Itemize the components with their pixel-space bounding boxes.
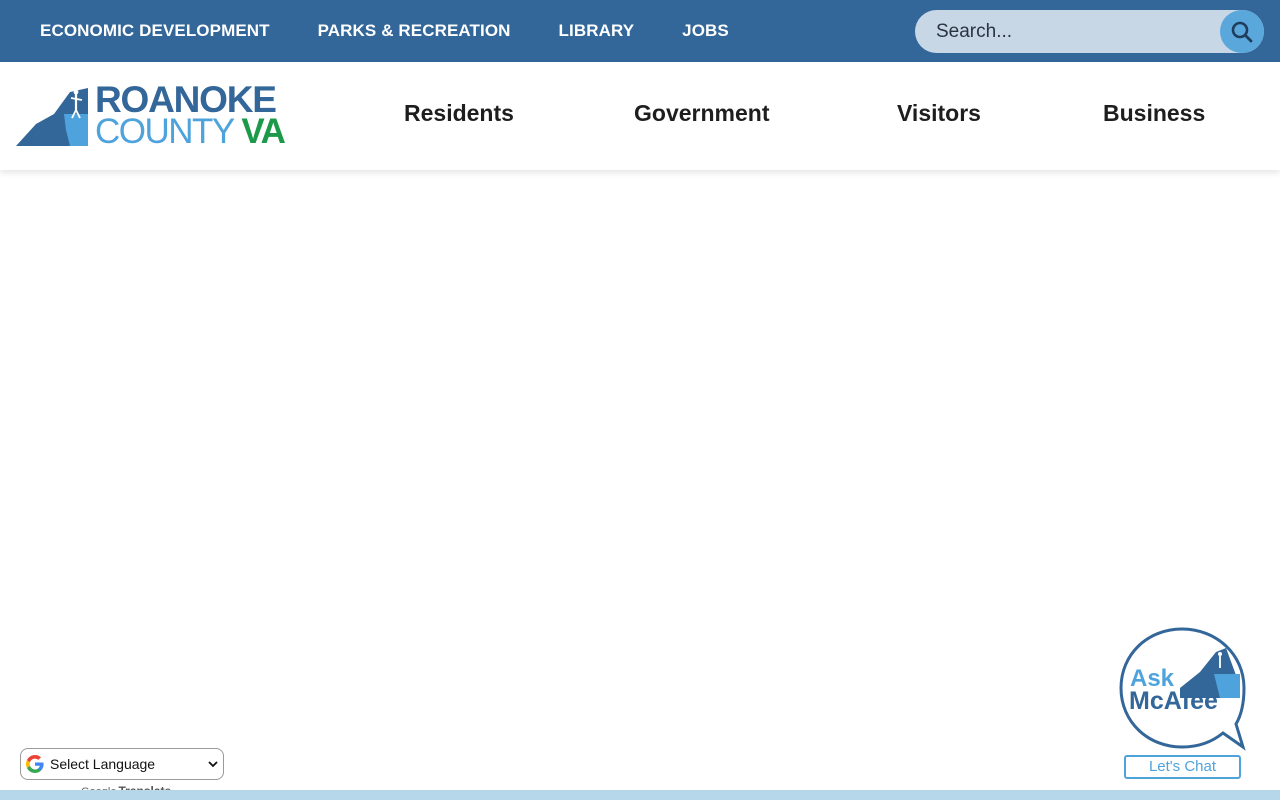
top-link-jobs[interactable]: JOBS — [682, 21, 729, 41]
lets-chat-button[interactable]: Let's Chat — [1124, 755, 1241, 779]
search-button[interactable] — [1220, 10, 1264, 53]
bottom-strip — [0, 790, 1280, 800]
google-g-icon — [26, 755, 44, 773]
chat-mcafee-text: McAfee — [1129, 687, 1218, 715]
nav-government[interactable]: Government — [634, 100, 769, 127]
roanoke-county-logo[interactable]: ROANOKE COUNTY VA — [16, 80, 286, 151]
top-nav: ECONOMIC DEVELOPMENT PARKS & RECREATION … — [40, 0, 777, 62]
top-utility-bar: ECONOMIC DEVELOPMENT PARKS & RECREATION … — [0, 0, 1280, 62]
chat-bubble-icon: Ask McAfee — [1119, 627, 1246, 751]
top-link-parks-recreation[interactable]: PARKS & RECREATION — [318, 21, 511, 41]
ask-mcafee-chat-widget[interactable]: Ask McAfee Let's Chat — [1116, 626, 1248, 782]
hiker-icon — [16, 88, 88, 146]
chevron-down-icon — [208, 761, 218, 768]
top-link-library[interactable]: LIBRARY — [559, 21, 635, 41]
language-select[interactable]: Select Language — [20, 748, 224, 780]
search-box — [915, 10, 1264, 53]
nav-visitors[interactable]: Visitors — [897, 100, 981, 127]
top-link-economic-development[interactable]: ECONOMIC DEVELOPMENT — [40, 21, 270, 41]
logo-va-text: VA — [241, 112, 286, 151]
nav-business[interactable]: Business — [1103, 100, 1205, 127]
logo-county-text: COUNTY — [95, 112, 235, 151]
logo-wordmark-county: COUNTY VA — [95, 112, 286, 151]
language-select-label: Select Language — [50, 756, 156, 772]
search-input[interactable] — [915, 10, 1215, 53]
nav-residents[interactable]: Residents — [404, 100, 514, 127]
search-icon — [1231, 21, 1253, 42]
site-header: ROANOKE COUNTY VA Residents Government V… — [0, 62, 1280, 170]
